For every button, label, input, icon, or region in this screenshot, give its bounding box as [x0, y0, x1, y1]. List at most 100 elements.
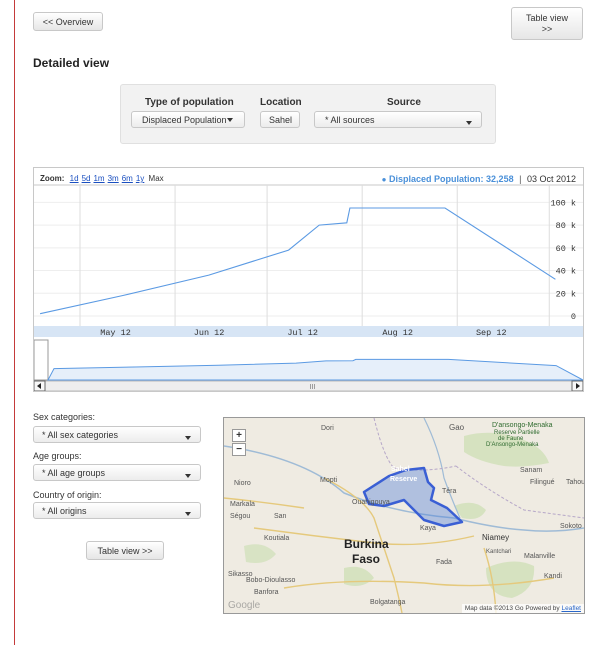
tooltip-date: 03 Oct 2012: [526, 174, 576, 184]
map-place-label: Burkina: [344, 537, 389, 551]
map-place-label: Dori: [321, 425, 334, 432]
map-place-label: Koutiala: [264, 535, 289, 542]
zoom-option-5d[interactable]: 5d: [82, 174, 91, 183]
sex-categories-value: * All sex categories: [42, 429, 119, 440]
y-tick-label: 60 k: [556, 244, 576, 254]
map-place-label: Kaya: [420, 525, 436, 532]
y-tick-label: 40 k: [556, 267, 576, 277]
map-attribution-powered: Powered by: [525, 605, 560, 612]
navigator-left-handle[interactable]: [34, 339, 49, 381]
map-place-label: Téra: [442, 488, 457, 495]
sex-categories-dropdown[interactable]: * All sex categories: [33, 426, 201, 443]
source-dropdown[interactable]: * All sources: [314, 111, 482, 128]
table-view-bottom-label: Table view >>: [97, 545, 153, 556]
map-place-label: Sahel: [391, 466, 410, 473]
x-tick-label: Jun 12: [194, 328, 225, 338]
zoom-option-6m[interactable]: 6m: [122, 174, 133, 183]
map-place-label: D'Ansongo-Menaka: [486, 442, 539, 448]
location-label: Location: [260, 97, 302, 108]
google-watermark: Google: [228, 600, 261, 611]
x-tick-label: Jul 12: [287, 328, 318, 338]
zoom-option-1y[interactable]: 1y: [136, 174, 144, 183]
sex-categories-label: Sex categories:: [33, 412, 96, 422]
zoom-max[interactable]: Max: [149, 174, 164, 183]
zoom-option-3m[interactable]: 3m: [108, 174, 119, 183]
chart-canvas: May 12 Jun 12 Jul 12 Aug 12 Sep 12 100 k 80 k…: [34, 184, 583, 391]
type-of-population-label: Type of population: [145, 97, 234, 108]
tooltip-value: 32,258: [486, 174, 514, 184]
map-place-label: Kandi: [544, 573, 562, 580]
chevron-down-icon: [226, 117, 233, 122]
map-place-label: Ségou: [230, 513, 250, 520]
country-of-origin-label: Country of origin:: [33, 490, 102, 500]
map-place-label: Ouahigouya: [352, 499, 390, 506]
map-place-label: Nioro: [234, 480, 251, 487]
map-place-label: Tahoua: [566, 479, 584, 486]
map-attribution-data: Map data ©2013 Go: [464, 605, 524, 612]
age-groups-dropdown[interactable]: * All age groups: [33, 464, 201, 481]
map-place-label: Kantchari: [486, 549, 511, 555]
chevron-down-icon: [185, 512, 191, 516]
age-groups-label: Age groups:: [33, 451, 82, 461]
map-place-label: Bobo-Dioulasso: [246, 577, 296, 584]
y-tick-label: 80 k: [556, 221, 576, 231]
table-view-bottom-button[interactable]: Table view >>: [86, 541, 164, 560]
x-tick-label: Aug 12: [382, 328, 413, 338]
country-of-origin-value: * All origins: [42, 505, 87, 516]
x-tick-label: May 12: [100, 328, 131, 338]
map-zoom-out-button[interactable]: −: [232, 443, 246, 456]
map-place-label: Markala: [230, 501, 255, 508]
map-place-label: Malanville: [524, 553, 555, 560]
map-place-label: Niamey: [482, 533, 509, 542]
filter-panel: Type of population Displaced Population …: [120, 84, 496, 144]
map-place-label: Bolgatanga: [370, 599, 406, 606]
page-left-rule: [14, 0, 15, 645]
chevron-down-icon: [466, 121, 472, 125]
chart-tooltip: ● Displaced Population: 32,258 | 03 Oct …: [382, 174, 576, 184]
x-tick-label: Sep 12: [476, 328, 507, 338]
map-place-label: Banfora: [254, 589, 279, 596]
map-canvas: Gao D'ansongo-MenakaReserve Partiellede F…: [224, 418, 584, 613]
location-dropdown[interactable]: Sahel: [260, 111, 300, 128]
navigator-scrollbar[interactable]: [34, 380, 583, 391]
map-place-label: Fada: [436, 559, 452, 566]
location-value: Sahel: [269, 114, 293, 125]
series-line-displaced-population: [39, 207, 556, 315]
age-groups-value: * All age groups: [42, 467, 106, 478]
tooltip-separator: |: [519, 174, 522, 184]
map-attribution: Map data ©2013 Go Powered by Leaflet: [461, 604, 584, 613]
series-marker-icon: ●: [381, 175, 387, 184]
leaflet-link[interactable]: Leaflet: [561, 605, 581, 612]
chevron-down-icon: [185, 474, 191, 478]
source-label: Source: [387, 97, 421, 108]
type-of-population-value: Displaced Population: [142, 114, 227, 125]
zoom-option-1m[interactable]: 1m: [93, 174, 104, 183]
y-tick-label: 20 k: [556, 289, 576, 299]
overview-button-label: << Overview: [42, 16, 94, 27]
chevron-down-icon: [185, 436, 191, 440]
table-view-top-label: Table view >>: [525, 12, 569, 34]
zoom-option-1d[interactable]: 1d: [70, 174, 79, 183]
y-tick-label: 0: [571, 312, 576, 322]
scrollbar-grip[interactable]: III: [310, 384, 316, 391]
y-tick-label: 100 k: [550, 198, 576, 208]
zoom-label: Zoom:: [40, 174, 65, 183]
map-place-label: Sokoto: [560, 523, 582, 530]
map-place-label: D'ansongo-Menaka: [492, 422, 553, 429]
map-place-label: Gao: [449, 423, 465, 432]
country-of-origin-dropdown[interactable]: * All origins: [33, 502, 201, 519]
map-place-label: Mopti: [320, 477, 338, 484]
type-of-population-dropdown[interactable]: Displaced Population: [131, 111, 245, 128]
map-view[interactable]: Gao D'ansongo-Menaka Reserve Partielle de F…: [223, 417, 585, 614]
map-zoom-in-button[interactable]: +: [232, 429, 246, 442]
map-place-label: Sanam: [520, 467, 542, 474]
map-place-label: Reserve: [390, 476, 417, 483]
page-title: Detailed view: [33, 56, 110, 70]
overview-button[interactable]: << Overview: [33, 12, 103, 31]
table-view-top-button[interactable]: Table view >>: [511, 7, 583, 40]
time-series-chart: May 12 Jun 12 Jul 12 Aug 12 Sep 12 100 k 80 k…: [33, 167, 584, 392]
tooltip-series-label: Displaced Population:: [389, 174, 484, 184]
source-value: * All sources: [325, 114, 375, 125]
map-place-label: Faso: [352, 552, 380, 566]
map-place-label: San: [274, 513, 287, 520]
